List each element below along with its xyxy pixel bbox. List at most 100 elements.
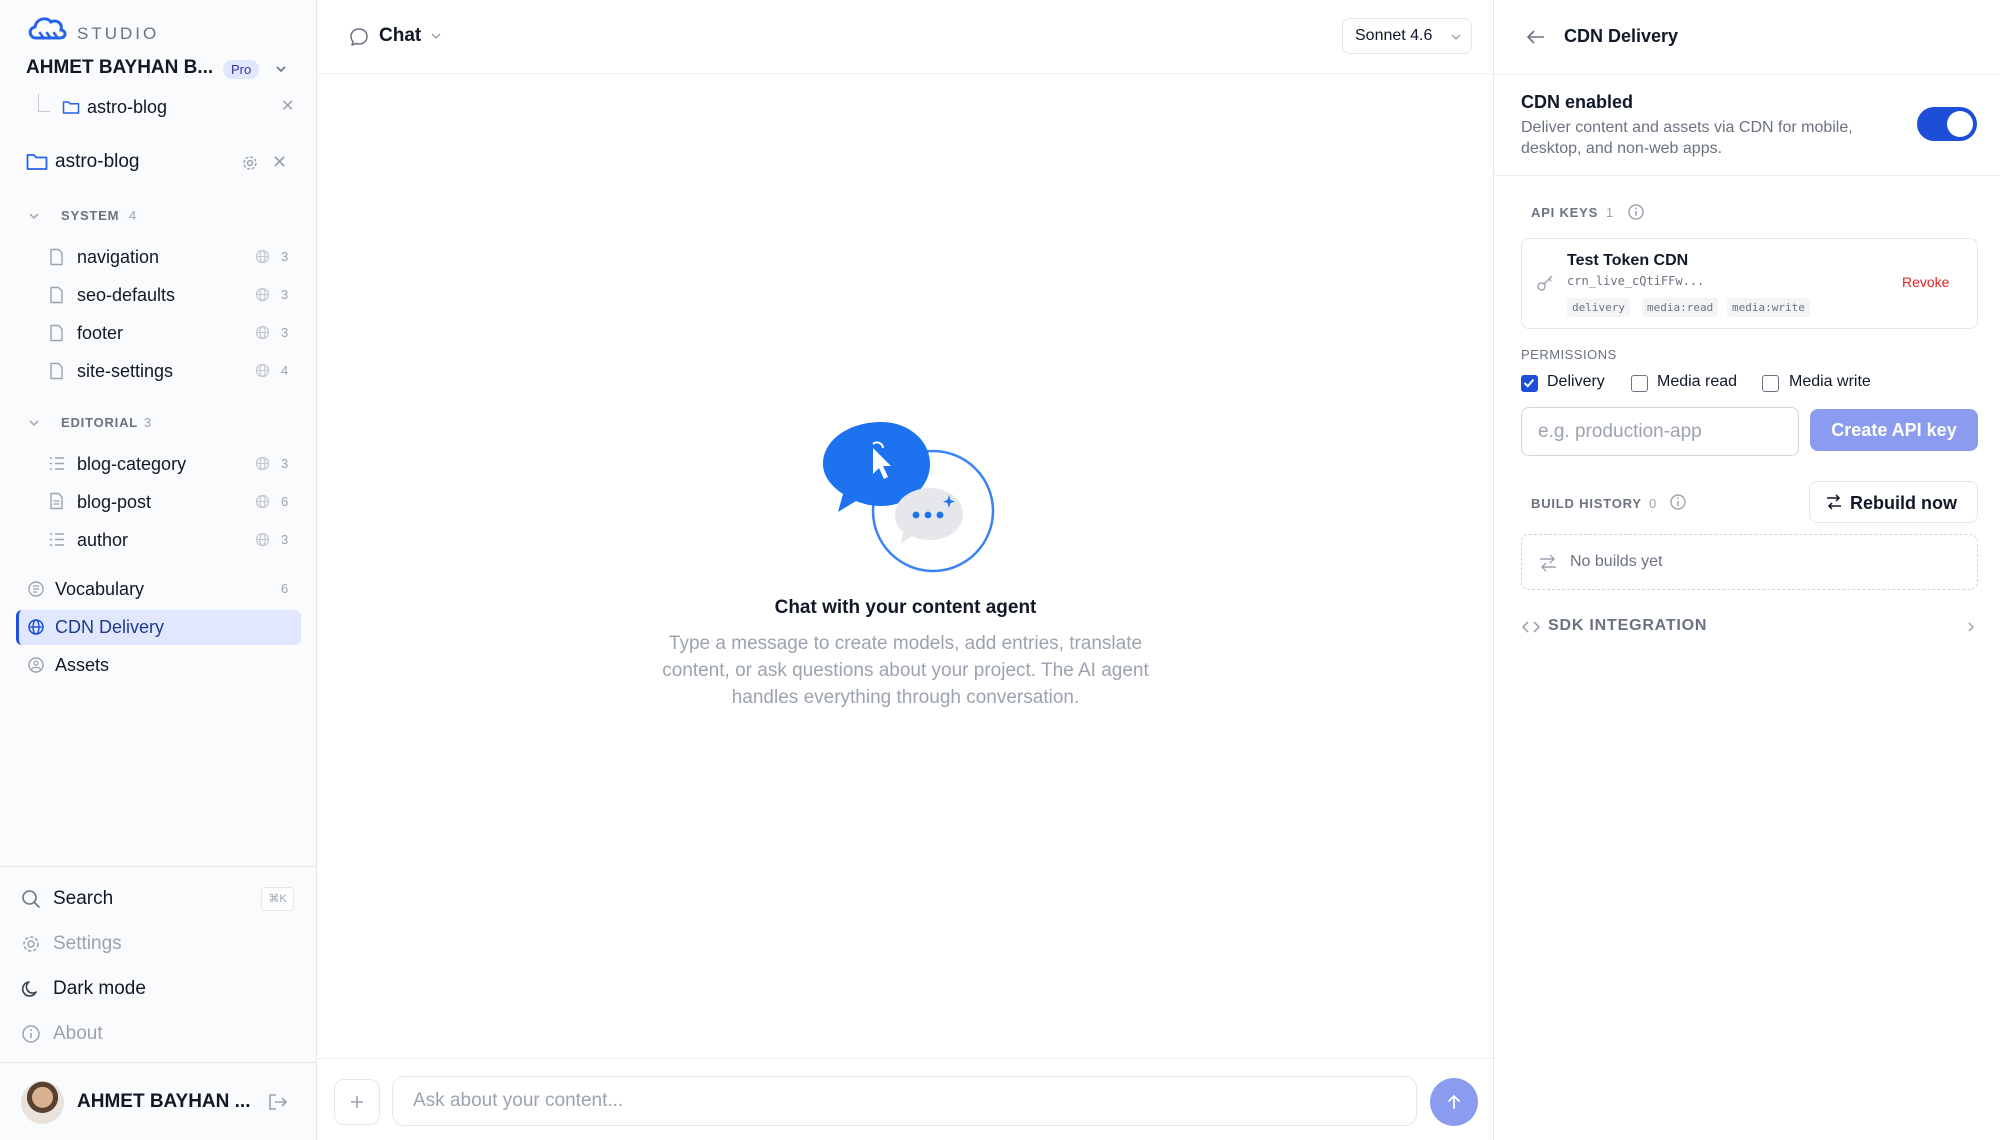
- divider: [1494, 74, 2000, 75]
- search-shortcut: ⌘K: [261, 887, 294, 911]
- cloud-logo-icon: [26, 14, 68, 44]
- scope-badge: media:read: [1642, 298, 1719, 317]
- model-selector[interactable]: Sonnet 4.6: [1342, 18, 1472, 54]
- build-history-empty: No builds yet: [1521, 534, 1978, 590]
- chevron-down-icon: [1450, 31, 1462, 43]
- globe-icon: [255, 494, 270, 509]
- close-icon[interactable]: ✕: [281, 96, 294, 116]
- media-read-checkbox[interactable]: [1631, 375, 1648, 392]
- chat-bubble-icon: [349, 27, 369, 47]
- divider: [0, 1062, 317, 1063]
- api-keys-label: API KEYS: [1531, 205, 1599, 220]
- brand-name: STUDIO: [77, 24, 160, 43]
- plus-icon: [351, 1096, 363, 1108]
- close-icon[interactable]: ✕: [272, 152, 287, 173]
- sidebar-item-label: navigation: [77, 247, 160, 267]
- globe-icon: [255, 287, 270, 302]
- build-history-count: 0: [1649, 496, 1657, 511]
- item-count: 6: [281, 494, 289, 509]
- section-label-system[interactable]: SYSTEM: [61, 208, 119, 223]
- info-icon[interactable]: [1627, 203, 1645, 221]
- section-label-editorial[interactable]: EDITORIAL: [61, 415, 138, 430]
- create-api-key-button[interactable]: Create API key: [1810, 409, 1978, 451]
- build-history-label: BUILD HISTORY: [1531, 496, 1642, 511]
- globe-icon: [255, 249, 270, 264]
- scope-badge: delivery: [1567, 298, 1630, 317]
- cdn-delivery-panel: CDN Delivery CDN enabled Deliver content…: [1493, 0, 2000, 1140]
- cdn-enabled-title: CDN enabled: [1521, 92, 1634, 112]
- item-count: 4: [281, 363, 289, 378]
- about-label: About: [53, 1023, 103, 1044]
- delivery-checkbox[interactable]: [1521, 375, 1538, 392]
- image-icon: [27, 656, 45, 674]
- sidebar-item-label: seo-defaults: [77, 285, 176, 305]
- chevron-right-icon: [1965, 621, 1977, 633]
- user-name[interactable]: AHMET BAYHAN ...: [77, 1091, 250, 1113]
- chevron-down-icon[interactable]: [28, 210, 40, 222]
- cdn-enabled-description: Deliver content and assets via CDN for m…: [1521, 119, 1853, 157]
- divider: [0, 866, 317, 867]
- section-count-system: 4: [129, 208, 137, 223]
- info-icon: [21, 1024, 41, 1044]
- cdn-enabled-toggle[interactable]: [1917, 107, 1977, 141]
- sidebar-item-label: footer: [77, 323, 124, 343]
- chevron-down-icon[interactable]: [430, 30, 442, 42]
- api-key-value: crn_live_cQtiFFw...: [1567, 274, 1705, 288]
- document-icon: [49, 324, 64, 342]
- divider: [1494, 175, 2000, 176]
- chevron-down-icon[interactable]: [28, 417, 40, 429]
- api-key-name-input[interactable]: [1521, 407, 1799, 456]
- item-count: 3: [281, 532, 289, 547]
- globe-icon: [27, 618, 45, 636]
- globe-icon: [255, 325, 270, 340]
- tree-connector: [38, 94, 50, 112]
- gear-icon: [21, 934, 41, 954]
- back-arrow-icon[interactable]: [1526, 28, 1546, 46]
- account-chevron-down-icon[interactable]: [274, 62, 288, 76]
- project-name[interactable]: astro-blog: [55, 151, 140, 173]
- chat-illustration-icon: [813, 418, 1003, 573]
- gear-icon[interactable]: [241, 154, 259, 172]
- sidebar-item-label: Assets: [55, 655, 110, 675]
- item-count: 6: [281, 581, 289, 596]
- sidebar-item-label: CDN Delivery: [55, 617, 165, 637]
- list-icon: [49, 456, 65, 471]
- sidebar-item-label: blog-post: [77, 492, 152, 512]
- search-label: Search: [53, 888, 114, 909]
- scope-badge: media:write: [1727, 298, 1810, 317]
- revoke-button[interactable]: Revoke: [1902, 274, 1949, 290]
- rebuild-now-button[interactable]: Rebuild now: [1809, 481, 1978, 523]
- empty-state-title: Chat with your content agent: [774, 597, 1037, 618]
- permissions-label: PERMISSIONS: [1521, 347, 1617, 362]
- dark-mode-label: Dark mode: [53, 978, 146, 999]
- avatar[interactable]: [21, 1081, 64, 1124]
- plan-badge: Pro: [223, 60, 260, 79]
- delivery-checkbox-label: Delivery: [1547, 373, 1605, 390]
- item-count: 3: [281, 249, 289, 264]
- send-button[interactable]: [1430, 1078, 1478, 1126]
- chat-title[interactable]: Chat: [379, 25, 421, 47]
- folder-icon: [26, 152, 48, 171]
- moon-icon: [21, 979, 41, 999]
- logout-icon[interactable]: [267, 1092, 289, 1112]
- arrow-up-icon: [1448, 1095, 1460, 1109]
- media-write-checkbox[interactable]: [1762, 375, 1779, 392]
- folder-icon: [62, 99, 80, 115]
- document-icon: [49, 248, 64, 266]
- globe-icon: [255, 363, 270, 378]
- item-count: 3: [281, 456, 289, 471]
- chat-input[interactable]: [392, 1076, 1417, 1126]
- add-attachment-button[interactable]: [334, 1079, 380, 1125]
- toggle-knob: [1947, 111, 1973, 137]
- sidebar-item-label: site-settings: [77, 361, 174, 381]
- rebuild-now-label: Rebuild now: [1850, 493, 1957, 513]
- api-keys-count: 1: [1606, 205, 1614, 220]
- open-project-label[interactable]: astro-blog: [87, 97, 167, 118]
- chat-area: Chat Sonnet 4.6 Chat with your content a…: [318, 0, 1493, 1140]
- item-count: 3: [281, 325, 289, 340]
- code-icon: [1521, 618, 1541, 636]
- no-builds-text: No builds yet: [1570, 553, 1663, 570]
- account-name[interactable]: AHMET BAYHAN B...: [26, 57, 213, 79]
- info-icon[interactable]: [1669, 493, 1687, 511]
- key-icon: [1536, 274, 1554, 292]
